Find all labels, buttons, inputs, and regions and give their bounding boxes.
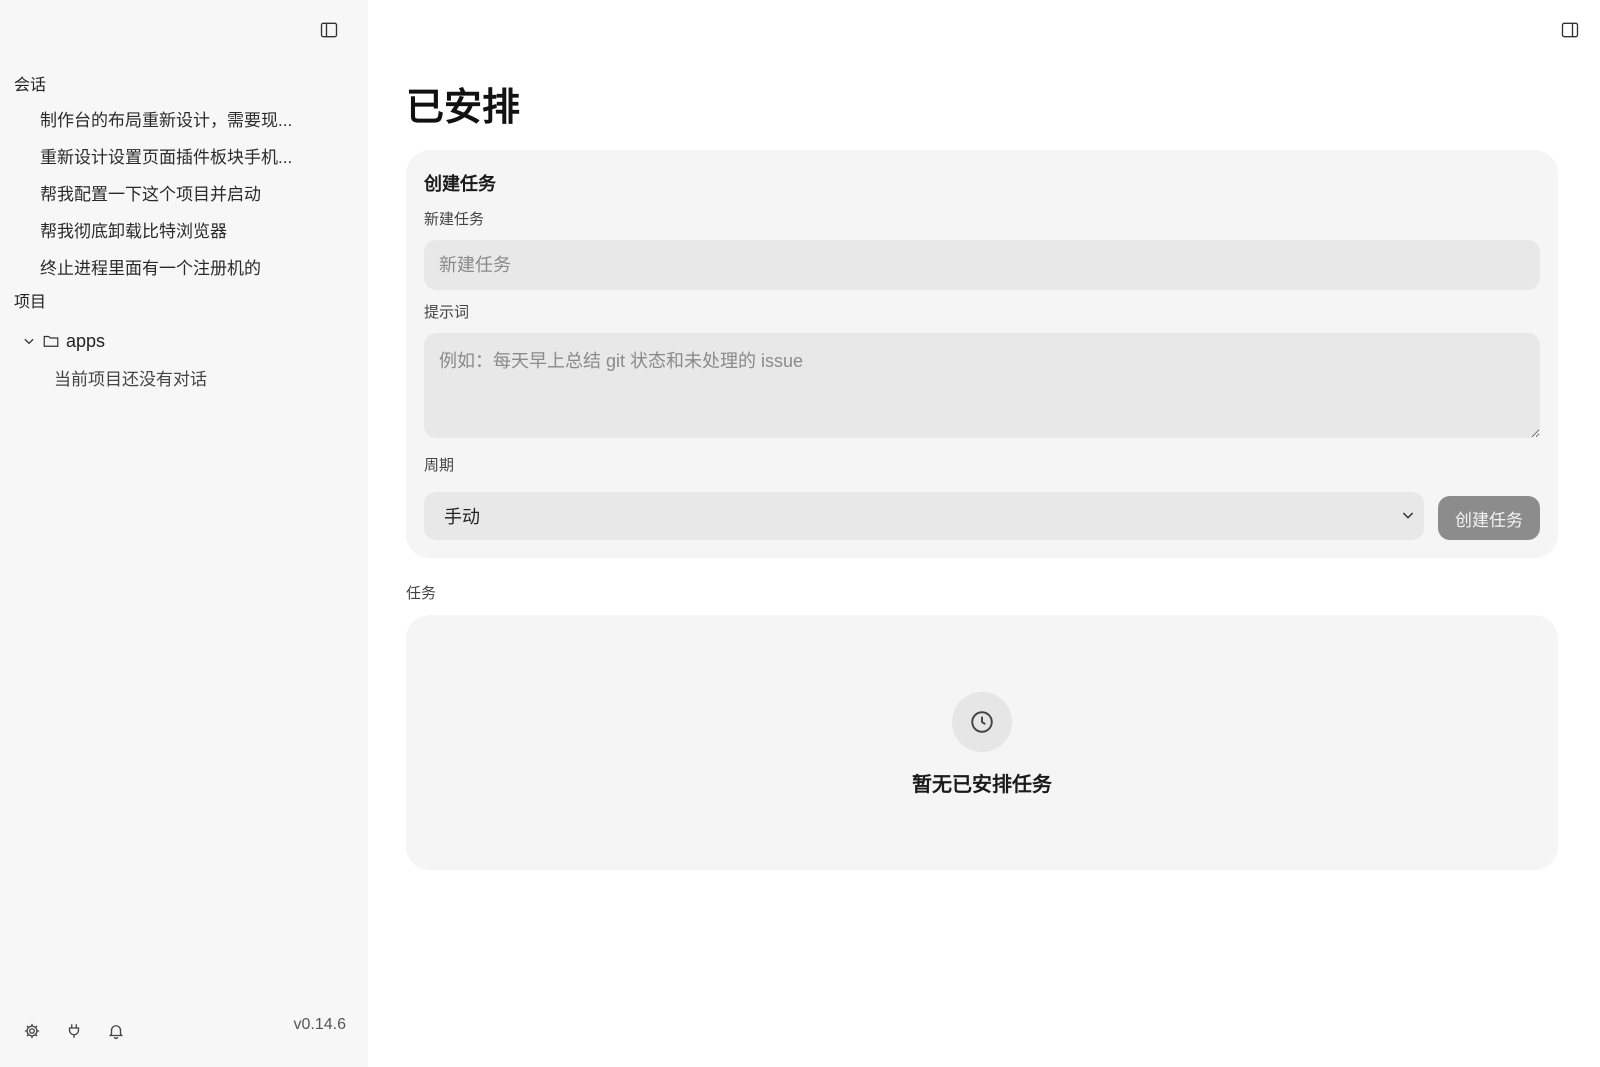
plugins-button[interactable] xyxy=(60,1017,88,1045)
create-task-button[interactable]: 创建任务 xyxy=(1438,496,1540,540)
projects-heading: 项目 xyxy=(14,294,47,311)
sidebar-right-icon xyxy=(1561,22,1579,38)
tasks-section-label: 任务 xyxy=(406,585,437,602)
tasks-empty-state: 暂无已安排任务 xyxy=(406,615,1558,870)
main-panel: 已安排 创建任务 新建任务 提示词 周期 手动 创建任务 任务 暂无已安排任务 xyxy=(368,0,1600,1067)
sidebar: 会话 制作台的布局重新设计，需要现... 重新设计设置页面插件板块手机... 帮… xyxy=(0,0,368,1067)
chevron-down-icon xyxy=(1402,512,1414,519)
plug-icon xyxy=(68,1024,80,1038)
prompt-label: 提示词 xyxy=(424,304,470,321)
period-label: 周期 xyxy=(424,457,455,474)
page-title: 已安排 xyxy=(406,87,521,129)
right-panel-toggle-button[interactable] xyxy=(1556,16,1584,44)
period-select[interactable]: 手动 xyxy=(424,492,1424,540)
sidebar-toggle-button[interactable] xyxy=(315,16,343,44)
conversation-item[interactable]: 制作台的布局重新设计，需要现... xyxy=(0,100,368,137)
task-name-label: 新建任务 xyxy=(424,211,485,228)
notifications-button[interactable] xyxy=(102,1017,130,1045)
folder-icon xyxy=(43,335,59,347)
chevron-down-icon xyxy=(24,338,34,345)
conversation-item[interactable]: 帮我配置一下这个项目并启动 xyxy=(0,174,368,211)
sidebar-footer xyxy=(18,1017,130,1045)
project-name: apps xyxy=(66,330,106,351)
conversation-item[interactable]: 重新设计设置页面插件板块手机... xyxy=(0,137,368,174)
version-label: v0.14.6 xyxy=(293,1016,346,1033)
bell-icon xyxy=(109,1025,123,1040)
conversation-item[interactable]: 帮我彻底卸载比特浏览器 xyxy=(0,211,368,248)
conversation-list: 制作台的布局重新设计，需要现... 重新设计设置页面插件板块手机... 帮我配置… xyxy=(0,100,368,285)
gear-icon xyxy=(24,1023,40,1039)
project-item-apps[interactable]: apps xyxy=(22,326,105,356)
project-empty-text: 当前项目还没有对话 xyxy=(54,370,207,389)
settings-button[interactable] xyxy=(18,1017,46,1045)
create-task-title: 创建任务 xyxy=(424,174,496,194)
conversations-heading: 会话 xyxy=(14,77,47,94)
sidebar-left-icon xyxy=(320,22,338,38)
period-select-value: 手动 xyxy=(444,507,480,527)
conversation-item[interactable]: 终止进程里面有一个注册机的 xyxy=(0,248,368,285)
clock-icon xyxy=(971,711,993,733)
task-name-input[interactable] xyxy=(424,240,1540,290)
empty-state-text: 暂无已安排任务 xyxy=(912,774,1052,796)
create-task-card: 创建任务 新建任务 提示词 周期 手动 创建任务 xyxy=(406,150,1558,558)
empty-state-icon-wrap xyxy=(952,692,1012,752)
prompt-textarea[interactable] xyxy=(424,333,1540,438)
